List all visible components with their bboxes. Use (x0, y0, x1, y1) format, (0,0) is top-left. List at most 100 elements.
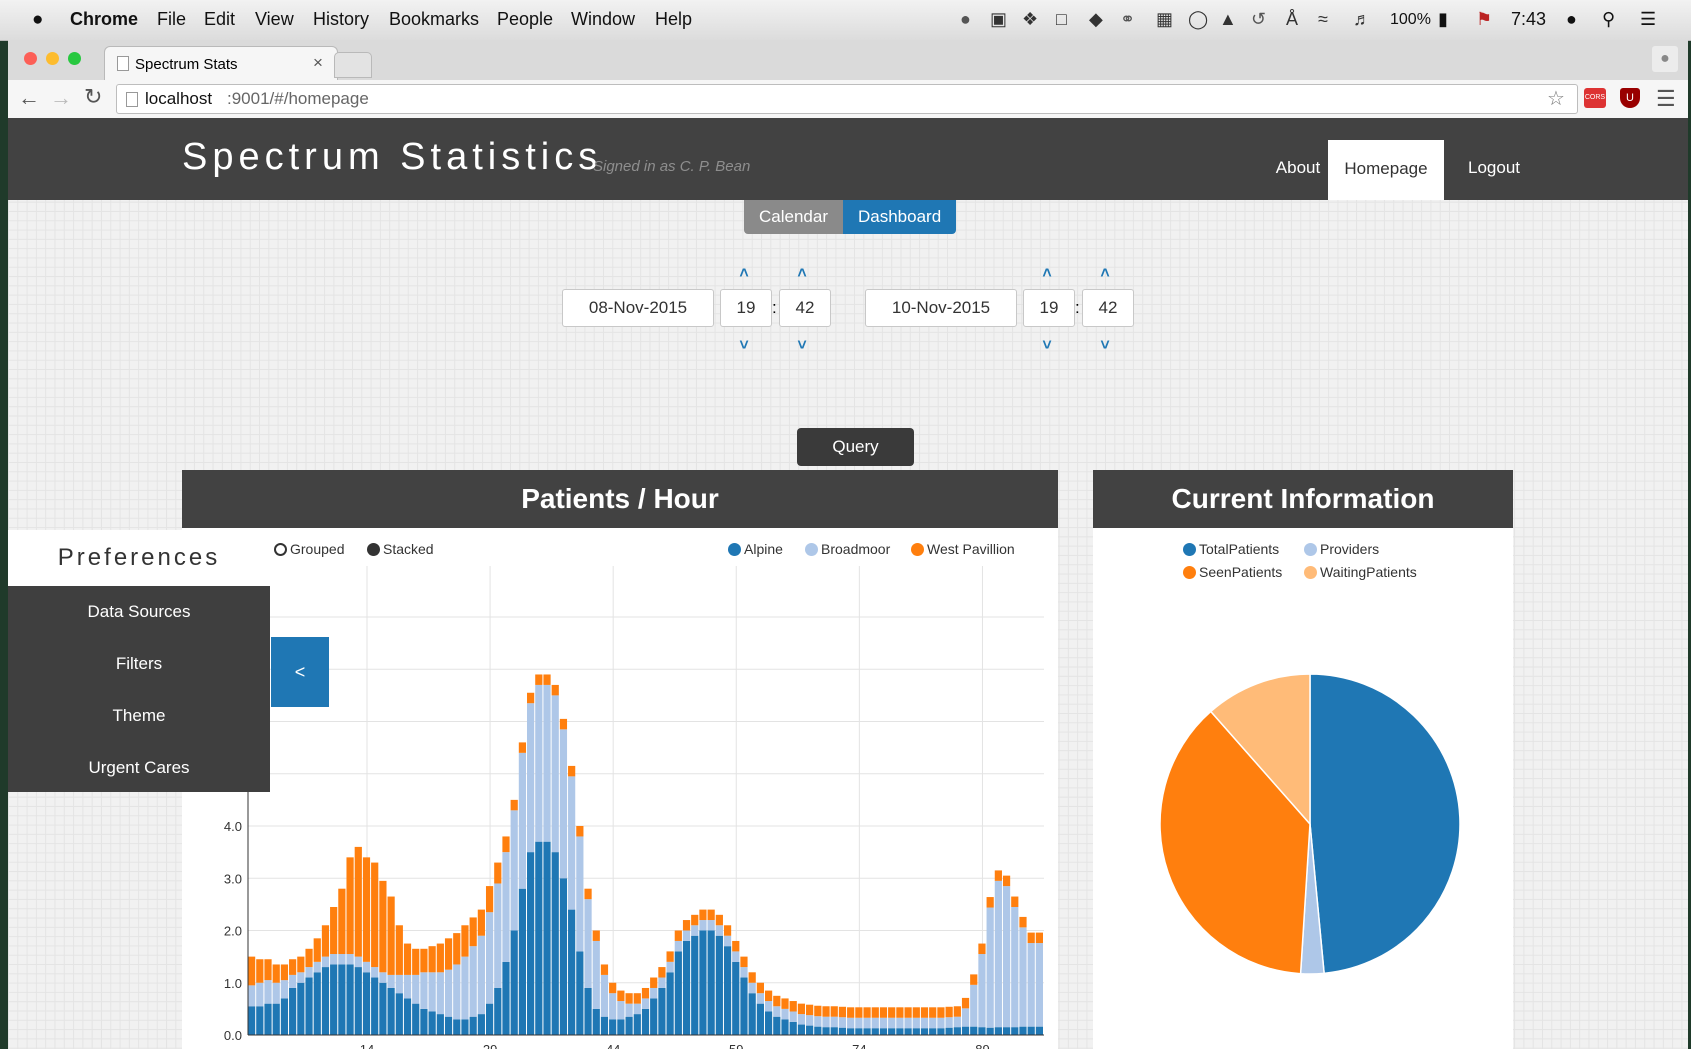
bar-broadmoor (814, 1016, 822, 1027)
battery-icon[interactable]: ▮ (1438, 9, 1448, 30)
volume-icon[interactable]: ♬ (1353, 9, 1371, 30)
end-date-input[interactable]: 10-Nov-2015 (865, 289, 1017, 327)
memory-icon[interactable]: ▦ (1156, 9, 1173, 30)
address-bar[interactable]: localhost :9001/#/homepage ☆ (116, 84, 1578, 114)
bar-west-pavillion (592, 930, 600, 941)
pref-urgent-cares[interactable]: Urgent Cares (8, 742, 270, 794)
bluetooth-icon[interactable]: Å (1286, 9, 1298, 30)
bar-alpine (658, 987, 666, 1035)
end-hour-down-icon[interactable]: ˅ (1037, 338, 1057, 354)
query-button[interactable]: Query (797, 428, 914, 466)
bar-broadmoor (732, 951, 740, 962)
bar-broadmoor (625, 1003, 633, 1017)
apple-menu-icon[interactable]: ● (32, 9, 43, 31)
menu-file[interactable]: File (157, 9, 186, 30)
menu-view[interactable]: View (255, 9, 294, 30)
pref-filters[interactable]: Filters (8, 638, 270, 690)
chrome-menu-icon[interactable]: ☰ (1656, 86, 1676, 112)
bar-alpine (502, 961, 510, 1035)
bar-west-pavillion (453, 933, 461, 965)
notification-center-icon[interactable]: ☰ (1640, 9, 1656, 30)
creative-cloud-icon[interactable]: ⚭ (1120, 9, 1135, 30)
menu-window[interactable]: Window (571, 9, 635, 30)
bar-west-pavillion (1027, 932, 1035, 944)
bar-broadmoor (658, 977, 666, 988)
bar-broadmoor (428, 972, 436, 1012)
end-hour-input[interactable]: 19 (1023, 289, 1075, 327)
bar-west-pavillion (518, 742, 527, 753)
bar-alpine (666, 972, 674, 1035)
start-minute-input[interactable]: 42 (779, 289, 831, 327)
bar-west-pavillion (871, 1007, 879, 1018)
start-hour-up-icon[interactable]: ˄ (734, 266, 754, 282)
menu-help[interactable]: Help (655, 9, 692, 30)
nav-homepage[interactable]: Homepage (1328, 140, 1444, 200)
bar-west-pavillion (551, 684, 559, 696)
end-minute-up-icon[interactable]: ˄ (1095, 266, 1115, 282)
cors-extension-icon[interactable]: CORS (1584, 88, 1606, 108)
bar-west-pavillion (576, 826, 584, 837)
back-icon[interactable]: ← (18, 85, 40, 111)
spotlight-icon[interactable]: ⚲ (1602, 9, 1615, 30)
new-tab-button[interactable] (334, 52, 372, 78)
user-icon[interactable]: ● (1566, 9, 1577, 30)
menu-history[interactable]: History (313, 9, 369, 30)
end-minute-down-icon[interactable]: ˅ (1095, 338, 1115, 354)
pref-data-sources[interactable]: Data Sources (8, 586, 270, 638)
forward-icon[interactable]: → (50, 85, 72, 111)
html5-icon[interactable]: ◯ (1188, 9, 1208, 30)
menu-edit[interactable]: Edit (204, 9, 235, 30)
page-info-icon[interactable] (126, 92, 138, 107)
bookmark-star-icon[interactable]: ☆ (1547, 85, 1565, 113)
bar-broadmoor (986, 907, 994, 1028)
terminal-icon[interactable]: □ (1056, 9, 1067, 30)
clock[interactable]: 7:43 (1511, 9, 1546, 30)
end-hour-up-icon[interactable]: ˄ (1037, 266, 1057, 282)
pie-slice-totalpatients (1309, 673, 1461, 975)
end-minute-input[interactable]: 42 (1082, 289, 1134, 327)
bar-alpine (362, 972, 371, 1035)
ublock-extension-icon[interactable]: U (1620, 88, 1640, 108)
bar-west-pavillion (395, 925, 403, 975)
reload-icon[interactable]: ↻ (84, 84, 102, 110)
minimize-window-button[interactable] (46, 52, 59, 65)
bar-broadmoor (313, 961, 321, 973)
zoom-window-button[interactable] (68, 52, 81, 65)
close-window-button[interactable] (24, 52, 37, 65)
flag-icon[interactable]: ⚑ (1476, 9, 1492, 30)
bar-broadmoor (797, 1014, 806, 1025)
profile-icon[interactable]: ● (1652, 46, 1678, 72)
start-date-input[interactable]: 08-Nov-2015 (562, 289, 714, 327)
bar-broadmoor (453, 964, 461, 1020)
time-machine-icon[interactable]: ↺ (1251, 9, 1266, 30)
start-minute-up-icon[interactable]: ˄ (792, 266, 812, 282)
menu-people[interactable]: People (497, 9, 553, 30)
tab-spectrum-stats[interactable]: Spectrum Stats × (104, 46, 338, 81)
x-tick-label: 74 (852, 1042, 866, 1049)
calendar-tab[interactable]: Calendar (744, 200, 843, 234)
dropbox-icon[interactable]: ❖ (1022, 9, 1038, 30)
bar-broadmoor (354, 956, 362, 968)
pref-theme[interactable]: Theme (8, 690, 270, 742)
start-hour-down-icon[interactable]: ˅ (734, 338, 754, 354)
start-minute-down-icon[interactable]: ˅ (792, 338, 812, 354)
wifi-icon[interactable]: ≈ (1318, 9, 1328, 30)
airplay-icon[interactable]: ▣ (990, 9, 1007, 30)
bar-broadmoor (641, 998, 650, 1009)
menu-bookmarks[interactable]: Bookmarks (389, 9, 479, 30)
evernote-icon[interactable]: ◆ (1089, 9, 1103, 30)
start-hour-input[interactable]: 19 (720, 289, 772, 327)
notification-icon[interactable]: ● (960, 9, 971, 30)
nav-about[interactable]: About (1258, 118, 1338, 200)
tab-close-icon[interactable]: × (313, 53, 323, 73)
bar-alpine (699, 930, 707, 1035)
nav-logout[interactable]: Logout (1454, 118, 1534, 200)
app-menu[interactable]: Chrome (70, 9, 138, 30)
bar-broadmoor (371, 967, 379, 978)
drive-icon[interactable]: ▲ (1219, 9, 1237, 30)
dashboard-tab[interactable]: Dashboard (843, 200, 957, 234)
collapse-preferences-button[interactable]: < (271, 637, 329, 707)
url-path: :9001/#/homepage (227, 89, 369, 108)
bar-west-pavillion (641, 987, 650, 999)
bar-broadmoor (1002, 886, 1011, 1028)
